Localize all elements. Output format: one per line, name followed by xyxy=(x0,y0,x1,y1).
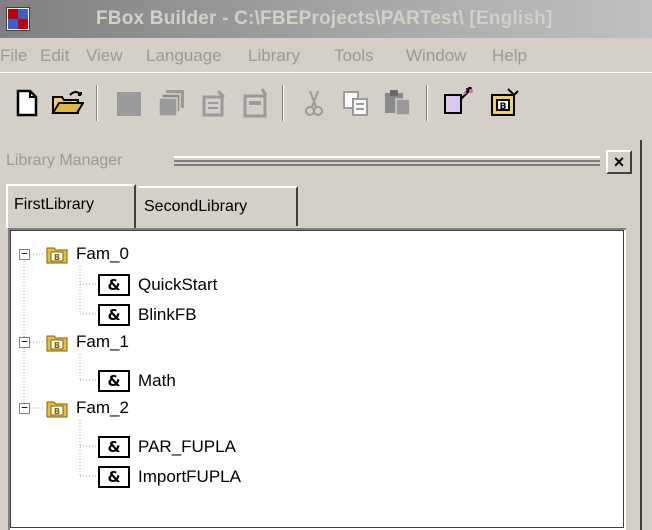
tree-node-fbox[interactable]: & QuickStart xyxy=(10,272,310,298)
svg-text:B: B xyxy=(54,341,60,350)
menu-window[interactable]: Window xyxy=(406,46,466,66)
menu-view[interactable]: View xyxy=(86,46,123,66)
collapse-icon[interactable]: − xyxy=(19,336,30,348)
copy-icon[interactable] xyxy=(340,87,372,119)
menu-bar: File Edit View Language Library Tools Wi… xyxy=(0,38,652,72)
panel-header[interactable]: Library Manager × xyxy=(6,150,632,176)
menu-language[interactable]: Language xyxy=(146,46,222,66)
panel-grip[interactable] xyxy=(174,156,600,166)
menu-help[interactable]: Help xyxy=(492,46,527,66)
svg-text:B: B xyxy=(54,407,60,416)
fbox-icon: & xyxy=(98,466,130,488)
tree-node-label: QuickStart xyxy=(138,275,218,294)
folder-icon: B xyxy=(46,335,68,352)
tree-node-label: Math xyxy=(138,371,176,390)
svg-text:B: B xyxy=(500,102,507,112)
open-icon[interactable] xyxy=(50,87,85,119)
collapse-icon[interactable]: − xyxy=(19,402,30,414)
fbox-icon: & xyxy=(98,304,130,326)
fbox-wizard-icon[interactable] xyxy=(442,85,474,119)
tree-node-fbox[interactable]: & Math xyxy=(10,368,310,394)
library-tree[interactable]: − B Fam_0 & QuickStart & BlinkFB − B Fam… xyxy=(8,228,626,530)
tree-node-fbox[interactable]: & BlinkFB xyxy=(10,302,310,328)
panel-title: Library Manager xyxy=(6,152,123,169)
tree-node-family[interactable]: − B Fam_1 xyxy=(10,329,310,355)
collapse-icon[interactable]: − xyxy=(19,248,30,260)
save-all-icon[interactable] xyxy=(156,87,188,119)
tree-node-label: Fam_1 xyxy=(76,332,129,351)
menu-tools[interactable]: Tools xyxy=(334,46,374,66)
title-bar[interactable]: FBox Builder - C:\FBEProjects\PARTest\ [… xyxy=(0,0,652,38)
tab-first-library[interactable]: FirstLibrary xyxy=(6,184,136,228)
close-button[interactable]: × xyxy=(606,150,632,174)
folder-icon: B xyxy=(46,247,68,264)
menu-edit[interactable]: Edit xyxy=(40,46,69,66)
paste-icon[interactable] xyxy=(382,87,414,119)
toolbar-separator xyxy=(282,85,284,121)
splitter[interactable] xyxy=(640,140,652,530)
toolbar: B xyxy=(0,72,652,135)
document-icon[interactable] xyxy=(240,87,272,119)
library-manager-panel: Library Manager × FirstLibrary SecondLib… xyxy=(0,140,640,530)
tab-second-library[interactable]: SecondLibrary xyxy=(138,186,298,226)
cut-icon[interactable] xyxy=(298,87,330,119)
menu-library[interactable]: Library xyxy=(248,46,300,66)
app-icon[interactable] xyxy=(6,7,30,31)
folder-icon: B xyxy=(46,401,68,418)
tree-node-label: Fam_2 xyxy=(76,398,129,417)
fbox-icon: & xyxy=(98,436,130,458)
fbox-icon: & xyxy=(98,274,130,296)
toolbar-separator xyxy=(426,85,428,121)
tree-node-label: Fam_0 xyxy=(76,244,129,263)
tree-node-family[interactable]: − B Fam_0 xyxy=(10,241,310,267)
save-icon[interactable] xyxy=(112,87,144,119)
toolbar-separator xyxy=(96,85,98,121)
fbox-icon: & xyxy=(98,370,130,392)
properties-icon[interactable] xyxy=(198,87,230,119)
tab-label: SecondLibrary xyxy=(144,198,248,215)
tab-label: FirstLibrary xyxy=(14,196,95,213)
window-title: FBox Builder - C:\FBEProjects\PARTest\ [… xyxy=(96,8,553,29)
new-icon[interactable] xyxy=(10,87,42,119)
tree-node-fbox[interactable]: & PAR_FUPLA xyxy=(10,434,310,460)
tree-node-family[interactable]: − B Fam_2 xyxy=(10,395,310,421)
library-icon[interactable]: B xyxy=(488,87,520,119)
menu-file[interactable]: File xyxy=(0,46,27,66)
svg-text:B: B xyxy=(54,253,60,262)
tree-node-label: ImportFUPLA xyxy=(138,467,241,486)
tree-node-fbox[interactable]: & ImportFUPLA xyxy=(10,464,310,490)
tree-node-label: BlinkFB xyxy=(138,305,197,324)
tree-node-label: PAR_FUPLA xyxy=(138,437,236,456)
